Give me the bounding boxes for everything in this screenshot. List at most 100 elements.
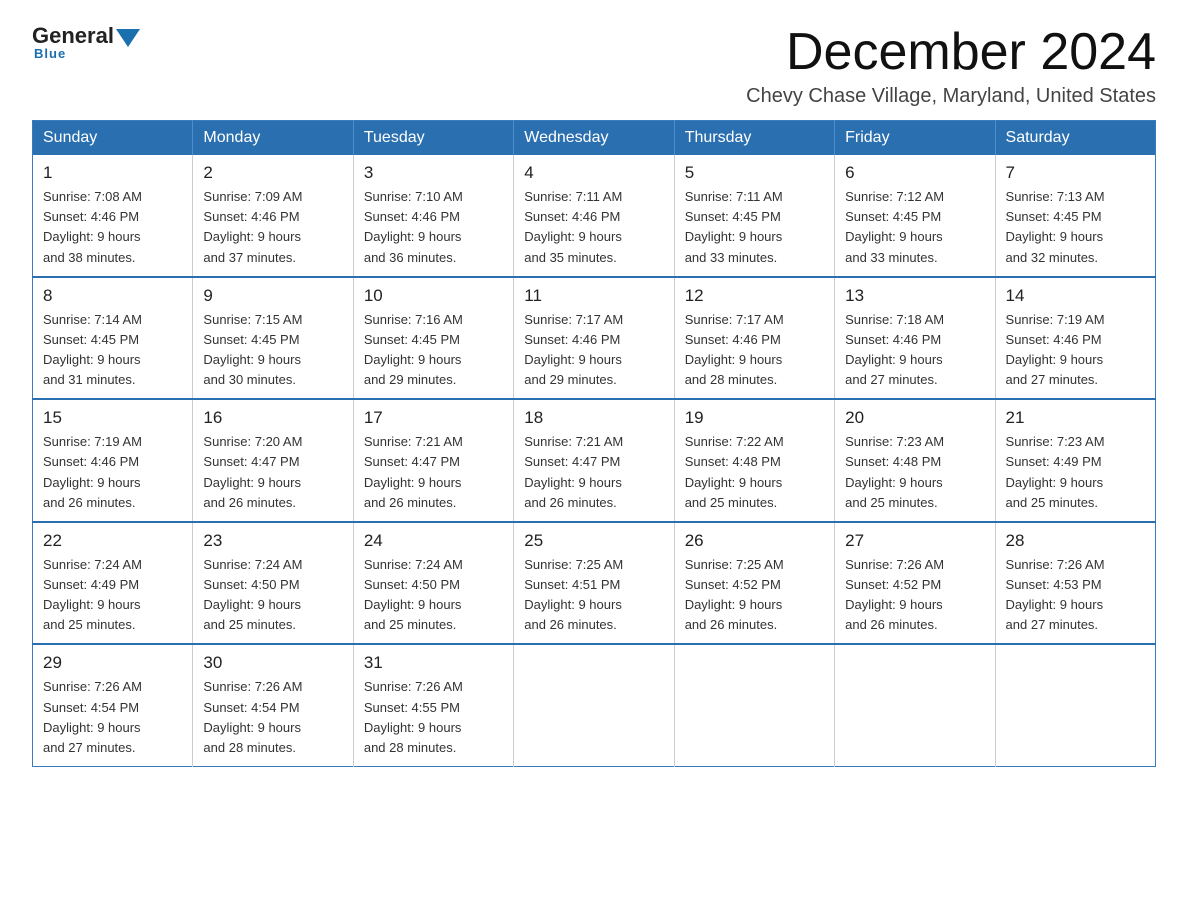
- day-info: Sunrise: 7:25 AMSunset: 4:52 PMDaylight:…: [685, 555, 824, 636]
- day-number: 29: [43, 653, 182, 673]
- calendar-week-row: 29 Sunrise: 7:26 AMSunset: 4:54 PMDayligh…: [33, 644, 1156, 766]
- calendar-empty-cell: [514, 644, 674, 766]
- day-number: 4: [524, 163, 663, 183]
- day-number: 23: [203, 531, 342, 551]
- calendar-day-cell: 13 Sunrise: 7:18 AMSunset: 4:46 PMDayligh…: [835, 277, 995, 400]
- day-info: Sunrise: 7:20 AMSunset: 4:47 PMDaylight:…: [203, 432, 342, 513]
- day-number: 3: [364, 163, 503, 183]
- day-number: 22: [43, 531, 182, 551]
- day-number: 10: [364, 286, 503, 306]
- day-info: Sunrise: 7:15 AMSunset: 4:45 PMDaylight:…: [203, 310, 342, 391]
- title-block: December 2024 Chevy Chase Village, Maryl…: [746, 24, 1156, 108]
- day-info: Sunrise: 7:24 AMSunset: 4:50 PMDaylight:…: [203, 555, 342, 636]
- day-number: 17: [364, 408, 503, 428]
- calendar-day-cell: 21Sunrise: 7:23 AMSunset: 4:49 PMDayligh…: [995, 399, 1155, 522]
- day-info: Sunrise: 7:17 AMSunset: 4:46 PMDaylight:…: [524, 310, 663, 391]
- header-sunday: Sunday: [33, 121, 193, 156]
- logo: General Blue: [32, 24, 142, 61]
- calendar-day-cell: 28 Sunrise: 7:26 AMSunset: 4:53 PMDayligh…: [995, 522, 1155, 645]
- calendar-day-cell: 23 Sunrise: 7:24 AMSunset: 4:50 PMDayligh…: [193, 522, 353, 645]
- header-monday: Monday: [193, 121, 353, 156]
- location-title: Chevy Chase Village, Maryland, United St…: [746, 85, 1156, 108]
- day-number: 6: [845, 163, 984, 183]
- calendar-week-row: 8 Sunrise: 7:14 AMSunset: 4:45 PMDaylight…: [33, 277, 1156, 400]
- day-info: Sunrise: 7:17 AMSunset: 4:46 PMDaylight:…: [685, 310, 824, 391]
- day-info: Sunrise: 7:23 AMSunset: 4:48 PMDaylight:…: [845, 432, 984, 513]
- calendar-day-cell: 16 Sunrise: 7:20 AMSunset: 4:47 PMDayligh…: [193, 399, 353, 522]
- calendar-day-cell: 15 Sunrise: 7:19 AMSunset: 4:46 PMDayligh…: [33, 399, 193, 522]
- calendar-day-cell: 27Sunrise: 7:26 AMSunset: 4:52 PMDayligh…: [835, 522, 995, 645]
- day-number: 15: [43, 408, 182, 428]
- calendar-day-cell: 14Sunrise: 7:19 AMSunset: 4:46 PMDayligh…: [995, 277, 1155, 400]
- calendar-day-cell: 18Sunrise: 7:21 AMSunset: 4:47 PMDayligh…: [514, 399, 674, 522]
- day-info: Sunrise: 7:21 AMSunset: 4:47 PMDaylight:…: [524, 432, 663, 513]
- header-saturday: Saturday: [995, 121, 1155, 156]
- calendar-day-cell: 6 Sunrise: 7:12 AMSunset: 4:45 PMDaylight…: [835, 155, 995, 277]
- day-info: Sunrise: 7:24 AMSunset: 4:50 PMDaylight:…: [364, 555, 503, 636]
- day-number: 5: [685, 163, 824, 183]
- day-number: 12: [685, 286, 824, 306]
- calendar-day-cell: 2 Sunrise: 7:09 AMSunset: 4:46 PMDaylight…: [193, 155, 353, 277]
- logo-text: General: [32, 24, 142, 48]
- day-number: 13: [845, 286, 984, 306]
- calendar-week-row: 15 Sunrise: 7:19 AMSunset: 4:46 PMDayligh…: [33, 399, 1156, 522]
- calendar-week-row: 1 Sunrise: 7:08 AMSunset: 4:46 PMDaylight…: [33, 155, 1156, 277]
- day-info: Sunrise: 7:12 AMSunset: 4:45 PMDaylight:…: [845, 187, 984, 268]
- day-number: 9: [203, 286, 342, 306]
- day-number: 19: [685, 408, 824, 428]
- day-info: Sunrise: 7:25 AMSunset: 4:51 PMDaylight:…: [524, 555, 663, 636]
- day-number: 14: [1006, 286, 1145, 306]
- calendar-day-cell: 9 Sunrise: 7:15 AMSunset: 4:45 PMDaylight…: [193, 277, 353, 400]
- calendar-empty-cell: [835, 644, 995, 766]
- day-number: 20: [845, 408, 984, 428]
- day-number: 8: [43, 286, 182, 306]
- calendar-day-cell: 4 Sunrise: 7:11 AMSunset: 4:46 PMDaylight…: [514, 155, 674, 277]
- day-number: 7: [1006, 163, 1145, 183]
- logo-blue-text: Blue: [34, 46, 66, 61]
- day-number: 28: [1006, 531, 1145, 551]
- calendar-day-cell: 11 Sunrise: 7:17 AMSunset: 4:46 PMDayligh…: [514, 277, 674, 400]
- day-number: 1: [43, 163, 182, 183]
- calendar-header-row: SundayMondayTuesdayWednesdayThursdayFrid…: [33, 121, 1156, 156]
- calendar-day-cell: 26Sunrise: 7:25 AMSunset: 4:52 PMDayligh…: [674, 522, 834, 645]
- day-info: Sunrise: 7:22 AMSunset: 4:48 PMDaylight:…: [685, 432, 824, 513]
- calendar-day-cell: 31Sunrise: 7:26 AMSunset: 4:55 PMDayligh…: [353, 644, 513, 766]
- day-info: Sunrise: 7:09 AMSunset: 4:46 PMDaylight:…: [203, 187, 342, 268]
- header-friday: Friday: [835, 121, 995, 156]
- calendar-day-cell: 12 Sunrise: 7:17 AMSunset: 4:46 PMDayligh…: [674, 277, 834, 400]
- day-number: 11: [524, 286, 663, 306]
- calendar-week-row: 22 Sunrise: 7:24 AMSunset: 4:49 PMDayligh…: [33, 522, 1156, 645]
- calendar-table: SundayMondayTuesdayWednesdayThursdayFrid…: [32, 120, 1156, 767]
- logo-general-text: General: [32, 24, 114, 48]
- calendar-day-cell: 17 Sunrise: 7:21 AMSunset: 4:47 PMDayligh…: [353, 399, 513, 522]
- day-number: 25: [524, 531, 663, 551]
- calendar-empty-cell: [674, 644, 834, 766]
- day-info: Sunrise: 7:13 AMSunset: 4:45 PMDaylight:…: [1006, 187, 1145, 268]
- day-info: Sunrise: 7:26 AMSunset: 4:53 PMDaylight:…: [1006, 555, 1145, 636]
- day-info: Sunrise: 7:11 AMSunset: 4:46 PMDaylight:…: [524, 187, 663, 268]
- header-thursday: Thursday: [674, 121, 834, 156]
- calendar-day-cell: 8 Sunrise: 7:14 AMSunset: 4:45 PMDaylight…: [33, 277, 193, 400]
- calendar-empty-cell: [995, 644, 1155, 766]
- day-info: Sunrise: 7:08 AMSunset: 4:46 PMDaylight:…: [43, 187, 182, 268]
- calendar-day-cell: 19 Sunrise: 7:22 AMSunset: 4:48 PMDayligh…: [674, 399, 834, 522]
- day-number: 2: [203, 163, 342, 183]
- logo-triangle-icon: [116, 29, 140, 47]
- day-info: Sunrise: 7:19 AMSunset: 4:46 PMDaylight:…: [43, 432, 182, 513]
- header-wednesday: Wednesday: [514, 121, 674, 156]
- calendar-day-cell: 24Sunrise: 7:24 AMSunset: 4:50 PMDayligh…: [353, 522, 513, 645]
- day-info: Sunrise: 7:14 AMSunset: 4:45 PMDaylight:…: [43, 310, 182, 391]
- day-number: 30: [203, 653, 342, 673]
- day-info: Sunrise: 7:26 AMSunset: 4:54 PMDaylight:…: [43, 677, 182, 758]
- calendar-day-cell: 29 Sunrise: 7:26 AMSunset: 4:54 PMDayligh…: [33, 644, 193, 766]
- calendar-day-cell: 5 Sunrise: 7:11 AMSunset: 4:45 PMDaylight…: [674, 155, 834, 277]
- day-info: Sunrise: 7:21 AMSunset: 4:47 PMDaylight:…: [364, 432, 503, 513]
- day-info: Sunrise: 7:24 AMSunset: 4:49 PMDaylight:…: [43, 555, 182, 636]
- day-number: 31: [364, 653, 503, 673]
- day-info: Sunrise: 7:18 AMSunset: 4:46 PMDaylight:…: [845, 310, 984, 391]
- page-header: General Blue December 2024 Chevy Chase V…: [32, 24, 1156, 108]
- day-info: Sunrise: 7:16 AMSunset: 4:45 PMDaylight:…: [364, 310, 503, 391]
- calendar-day-cell: 1 Sunrise: 7:08 AMSunset: 4:46 PMDaylight…: [33, 155, 193, 277]
- day-info: Sunrise: 7:11 AMSunset: 4:45 PMDaylight:…: [685, 187, 824, 268]
- day-number: 16: [203, 408, 342, 428]
